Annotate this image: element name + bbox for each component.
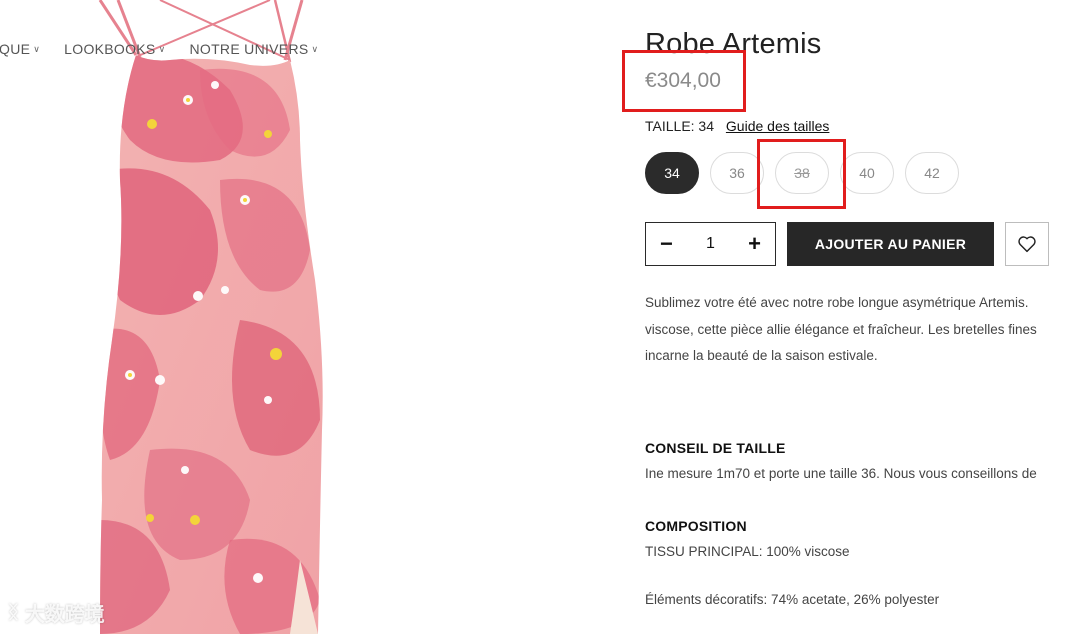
nav-item-notre-univers[interactable]: NOTRE UNIVERS ∨ xyxy=(189,40,318,58)
description-line: incarne la beauté de la saison estivale. xyxy=(645,348,878,363)
watermark-logo-icon: ᛝ xyxy=(8,602,19,622)
product-description: Sublimez votre été avec notre robe longu… xyxy=(645,290,1080,370)
description-line: Sublimez votre été avec notre robe longu… xyxy=(645,295,1029,310)
size-highlight-box xyxy=(757,139,846,209)
nav-item-lookbooks[interactable]: LOOKBOOKS ∨ xyxy=(64,40,165,58)
decrease-quantity-button[interactable]: − xyxy=(660,233,673,255)
size-option-36[interactable]: 36 xyxy=(710,152,764,194)
size-label: TAILLE: 34 xyxy=(645,118,715,134)
wishlist-button[interactable] xyxy=(1005,222,1049,266)
product-image: TIQUE∨ LOOKBOOKS∨ NOTRE UNIVERS∨ ᛝ 大数跨境 xyxy=(0,0,600,634)
increase-quantity-button[interactable]: + xyxy=(748,233,761,255)
size-option-40[interactable]: 40 xyxy=(840,152,894,194)
composition-decorative: Éléments décoratifs: 74% acetate, 26% po… xyxy=(645,592,940,607)
watermark: ᛝ 大数跨境 xyxy=(8,602,105,626)
quantity-value[interactable]: 1 xyxy=(706,235,715,253)
top-nav: TIQUE∨ LOOKBOOKS∨ NOTRE UNIVERS∨ xyxy=(0,40,318,58)
size-option-34[interactable]: 34 xyxy=(645,152,699,194)
chevron-down-icon: ∨ xyxy=(311,43,319,54)
chevron-down-icon: ∨ xyxy=(158,43,166,54)
size-option-42[interactable]: 42 xyxy=(905,152,959,194)
composition-main: TISSU PRINCIPAL: 100% viscose xyxy=(645,544,850,559)
size-guide-link[interactable]: Guide des tailles xyxy=(726,118,830,134)
chevron-down-icon: ∨ xyxy=(33,43,41,54)
dress-illustration xyxy=(98,0,323,634)
size-advice-text: Ine mesure 1m70 et porte une taille 36. … xyxy=(645,466,1037,481)
price-highlight-box xyxy=(622,50,746,112)
heart-icon xyxy=(1018,236,1036,253)
composition-title: COMPOSITION xyxy=(645,518,747,534)
nav-item-boutique[interactable]: TIQUE∨ xyxy=(0,40,40,58)
size-selection-line: TAILLE: 34 Guide des tailles xyxy=(645,118,829,134)
add-to-cart-button[interactable]: AJOUTER AU PANIER xyxy=(787,222,994,266)
size-advice-title: CONSEIL DE TAILLE xyxy=(645,440,786,456)
description-line: viscose, cette pièce allie élégance et f… xyxy=(645,321,1037,337)
quantity-stepper: − 1 + xyxy=(645,222,776,266)
